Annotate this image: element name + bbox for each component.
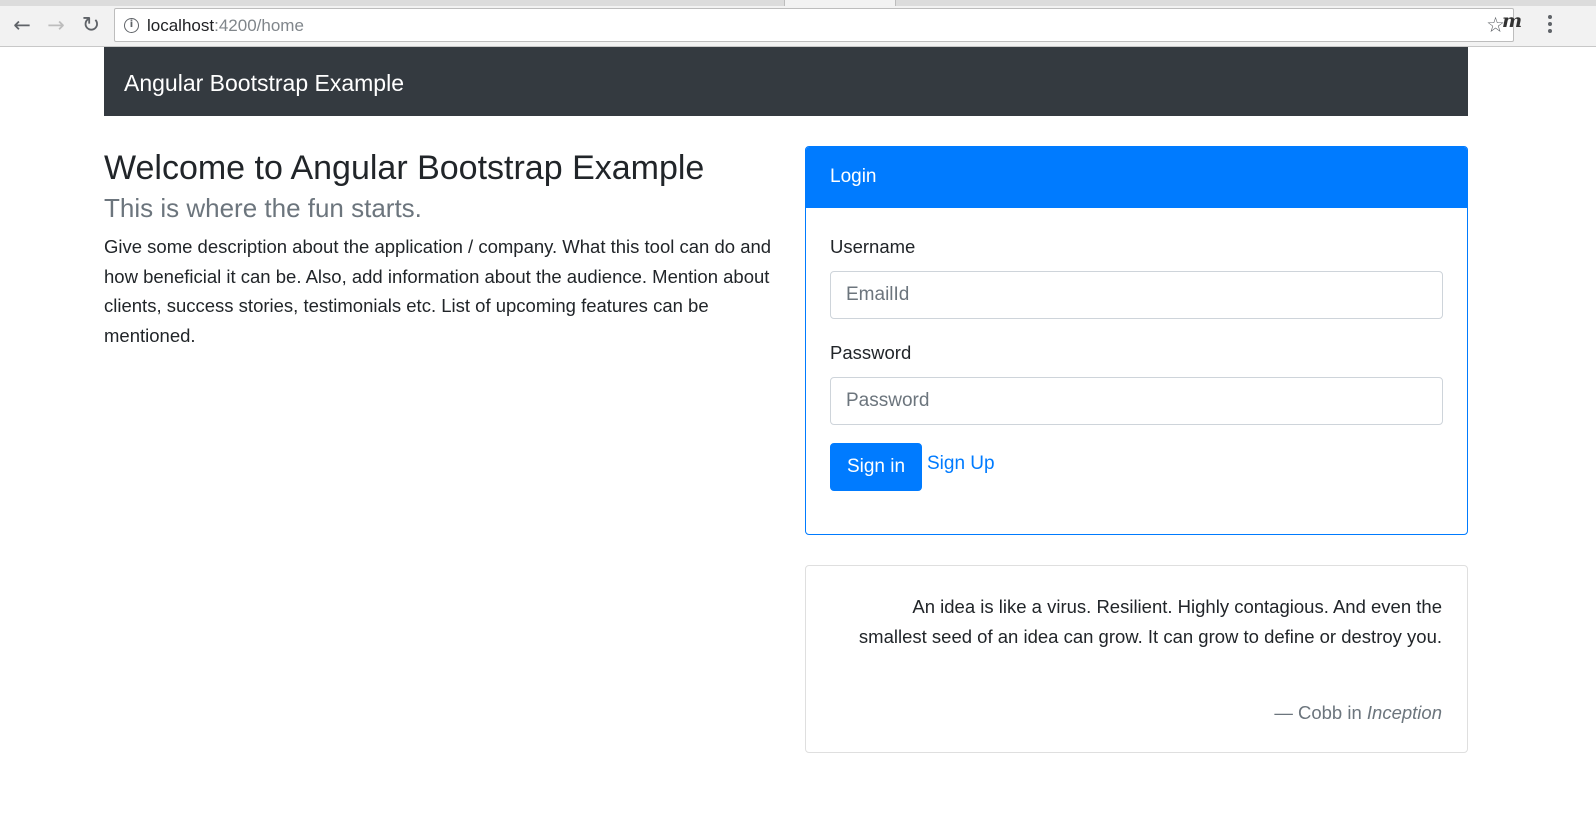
active-tab[interactable]: [784, 0, 896, 6]
reload-icon[interactable]: ↻: [77, 11, 105, 39]
password-input[interactable]: [830, 377, 1443, 425]
forward-arrow-icon[interactable]: →: [42, 11, 70, 39]
navbar-brand[interactable]: Angular Bootstrap Example: [124, 69, 404, 97]
top-navbar: Angular Bootstrap Example: [104, 47, 1468, 116]
url-text[interactable]: localhost:4200/home: [147, 16, 304, 36]
username-input[interactable]: [830, 271, 1443, 319]
username-label: Username: [830, 236, 916, 257]
page-subtitle: This is where the fun starts.: [104, 193, 422, 223]
quote-attribution: — Cobb in Inception: [1274, 702, 1442, 724]
info-icon[interactable]: i: [124, 18, 139, 33]
kebab-menu-icon[interactable]: [1543, 11, 1557, 37]
login-card-header: Login: [806, 147, 1467, 208]
quote-attribution-prefix: — Cobb in: [1274, 702, 1367, 723]
login-card: Login Username Password Sign in Sign Up: [805, 146, 1468, 535]
url-path: :4200/home: [214, 16, 304, 35]
page-description: Give some description about the applicat…: [104, 236, 772, 346]
tab-strip: [0, 0, 1596, 6]
hero-section: Welcome to Angular Bootstrap Example Thi…: [104, 148, 772, 350]
quote-source: Inception: [1366, 702, 1442, 723]
address-bar[interactable]: i localhost:4200/home ☆: [114, 8, 1514, 42]
quote-text: An idea is like a virus. Resilient. High…: [858, 596, 1442, 647]
page-title: Welcome to Angular Bootstrap Example: [104, 149, 705, 187]
quote-card: An idea is like a virus. Resilient. High…: [805, 565, 1468, 753]
back-arrow-icon[interactable]: ←: [8, 11, 36, 39]
browser-toolbar: ← → ↻ i localhost:4200/home ☆ m: [0, 0, 1596, 47]
sign-in-button[interactable]: Sign in: [830, 443, 922, 491]
url-host: localhost: [147, 16, 215, 35]
sign-up-link[interactable]: Sign Up: [927, 453, 995, 475]
extension-m-icon[interactable]: m: [1502, 10, 1522, 32]
password-label: Password: [830, 342, 912, 363]
